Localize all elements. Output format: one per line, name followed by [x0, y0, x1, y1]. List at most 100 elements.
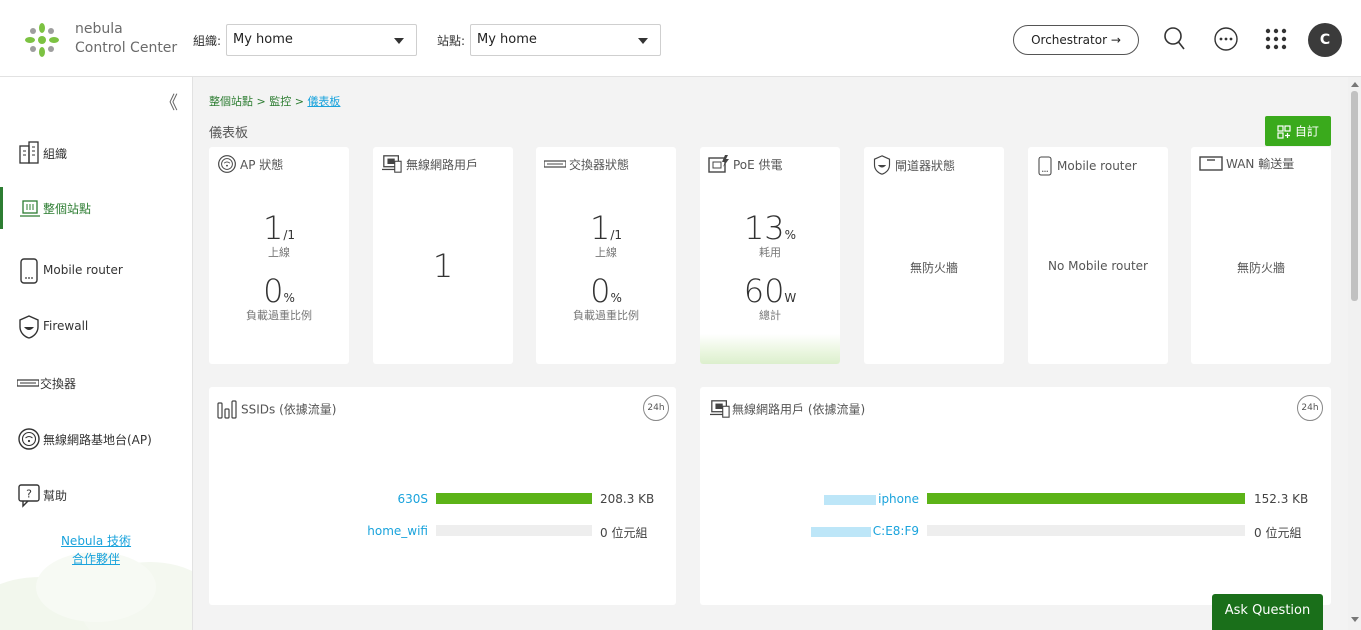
traffic-value: 208.3 KB: [600, 492, 655, 506]
wan-message: 無防火牆: [1236, 261, 1285, 275]
chevron-down-icon: [394, 38, 404, 44]
card-title: AP 狀態: [240, 157, 284, 172]
org-select-value: My home: [233, 32, 293, 47]
partner-link[interactable]: Nebula 技術 合作夥伴: [0, 532, 192, 568]
wan-throughput-card[interactable]: WAN 輸送量 無防火牆: [1191, 147, 1331, 364]
orchestrator-button[interactable]: Orchestrator →: [1013, 25, 1139, 55]
cloud-decoration-icon: [0, 552, 192, 630]
search-icon[interactable]: [1160, 24, 1190, 54]
panel-title: SSIDs (依據流量): [241, 402, 337, 417]
sidebar-item-organization[interactable]: 組織: [0, 132, 192, 174]
collapse-sidebar-icon[interactable]: 《: [160, 89, 178, 115]
switch-online-den: /1: [610, 228, 623, 242]
wan-icon: [1199, 156, 1223, 171]
switch-status-card[interactable]: 交換器狀態 1/1 上線 0% 負載過重比例: [536, 147, 676, 364]
card-title: 無線網路用戶: [406, 157, 479, 172]
traffic-bar-track: [436, 525, 592, 536]
traffic-bar-fill: [436, 493, 592, 504]
card-title: WAN 輸送量: [1226, 156, 1295, 171]
clients-traffic-panel[interactable]: 無線網路用戶 (依據流量) 24h iphone 152.3 KB C:E8:F…: [700, 387, 1331, 605]
site-select-value: My home: [477, 32, 537, 47]
ssid-name[interactable]: 630S: [209, 492, 428, 506]
breadcrumb-monitor[interactable]: 監控: [269, 95, 291, 108]
list-item: home_wifi 0 位元組: [209, 524, 676, 540]
poe-total-unit: W: [784, 291, 797, 305]
mobile-router-icon: [20, 258, 38, 284]
switch-online-count: 1/1: [536, 209, 676, 247]
sidebar: 《 組織 整個站點 Mobile router Firewall 交換器 無線網…: [0, 77, 193, 630]
ap-status-card[interactable]: AP 狀態 1/1 上線 0% 負載過重比例: [209, 147, 349, 364]
list-item: 630S 208.3 KB: [209, 492, 676, 506]
period-24h-badge[interactable]: 24h: [1297, 395, 1323, 421]
switch-load-num: 0: [590, 272, 611, 310]
mobile-router-message: No Mobile router: [1048, 259, 1148, 273]
switch-load-label: 負載過重比例: [573, 309, 639, 322]
partner-link-line1: Nebula 技術: [60, 534, 132, 548]
poe-used-label: 耗用: [759, 246, 781, 259]
traffic-value: 0 位元組: [1254, 526, 1302, 540]
redacted-text: [810, 526, 871, 537]
brand-name: nebula Control Center: [75, 20, 177, 58]
sidebar-item-label: 組織: [43, 147, 68, 161]
sidebar-item-ap[interactable]: 無線網路基地台(AP): [0, 418, 192, 460]
card-header: Mobile router: [1036, 154, 1137, 176]
ssid-name[interactable]: home_wifi: [209, 524, 428, 538]
site-select[interactable]: My home: [470, 24, 661, 56]
poe-icon: [708, 155, 729, 173]
poe-total-num: 60: [743, 272, 785, 310]
sidebar-item-firewall[interactable]: Firewall: [0, 306, 192, 348]
more-icon[interactable]: [1211, 24, 1241, 54]
ssids-traffic-panel[interactable]: SSIDs (依據流量) 24h 630S 208.3 KB home_wifi…: [209, 387, 676, 605]
apps-grid-icon[interactable]: [1261, 24, 1291, 54]
poe-used-num: 13: [743, 209, 785, 247]
sidebar-item-label: 幫助: [43, 489, 68, 503]
customize-button[interactable]: 自訂: [1265, 116, 1331, 146]
sidebar-item-site-wide[interactable]: 整個站點: [0, 187, 192, 229]
vertical-scrollbar[interactable]: [1348, 77, 1361, 630]
scroll-up-icon[interactable]: [1351, 82, 1359, 87]
panel-header: SSIDs (依據流量): [217, 399, 336, 419]
nebula-logo-icon[interactable]: [22, 20, 62, 60]
client-name-link[interactable]: C:E8:F9: [700, 524, 919, 538]
sidebar-item-mobile-router[interactable]: Mobile router: [0, 250, 192, 292]
ap-load-label: 負載過重比例: [246, 309, 312, 322]
traffic-bar-track: [927, 525, 1245, 536]
mobile-router-card[interactable]: Mobile router No Mobile router: [1028, 147, 1168, 364]
wireless-clients-value: 1: [432, 247, 454, 285]
breadcrumb-site-wide[interactable]: 整個站點: [209, 95, 253, 108]
period-24h-badge[interactable]: 24h: [643, 395, 669, 421]
page-title: 儀表板: [209, 126, 249, 141]
customize-label: 自訂: [1294, 124, 1319, 139]
breadcrumb: 整個站點 > 監控 > 儀表板: [209, 93, 340, 109]
card-title: 閘道器狀態: [895, 158, 956, 173]
breadcrumb-dashboard[interactable]: 儀表板: [307, 95, 340, 108]
switch-overload-ratio: 0%: [536, 272, 676, 310]
poe-usage-fill: [700, 334, 840, 364]
mobile-router-icon: [1038, 156, 1052, 176]
wireless-clients-card[interactable]: 無線網路用戶 1: [373, 147, 513, 364]
ap-online-count: 1/1: [209, 209, 349, 247]
traffic-bar-fill: [927, 493, 1245, 504]
ap-icon: [18, 428, 40, 450]
gateway-status-card[interactable]: 閘道器狀態 無防火牆: [864, 147, 1004, 364]
brand-line2: Control Center: [75, 40, 178, 56]
breadcrumb-sep: >: [291, 95, 308, 108]
firewall-icon: [19, 315, 39, 339]
poe-used: 13%: [700, 209, 840, 247]
card-title: Mobile router: [1057, 159, 1137, 173]
client-name-link[interactable]: iphone: [700, 492, 919, 506]
scrollbar-thumb[interactable]: [1351, 91, 1358, 301]
card-header: 無線網路用戶: [381, 154, 478, 176]
chevron-down-icon: [638, 38, 648, 44]
card-title: PoE 供電: [733, 157, 783, 172]
user-avatar[interactable]: C: [1308, 23, 1342, 57]
poe-card[interactable]: PoE 供電 13% 耗用 60W 總計: [700, 147, 840, 364]
scroll-down-icon[interactable]: [1351, 617, 1359, 622]
panel-header: 無線網路用戶 (依據流量): [708, 399, 865, 419]
ask-question-button[interactable]: Ask Question: [1212, 594, 1323, 630]
wireless-clients-count: 1: [373, 247, 513, 285]
sidebar-item-label: 無線網路基地台(AP): [43, 433, 152, 447]
sidebar-item-switch[interactable]: 交換器: [0, 362, 192, 404]
org-select[interactable]: My home: [226, 24, 417, 56]
site-label: 站點:: [437, 34, 466, 48]
